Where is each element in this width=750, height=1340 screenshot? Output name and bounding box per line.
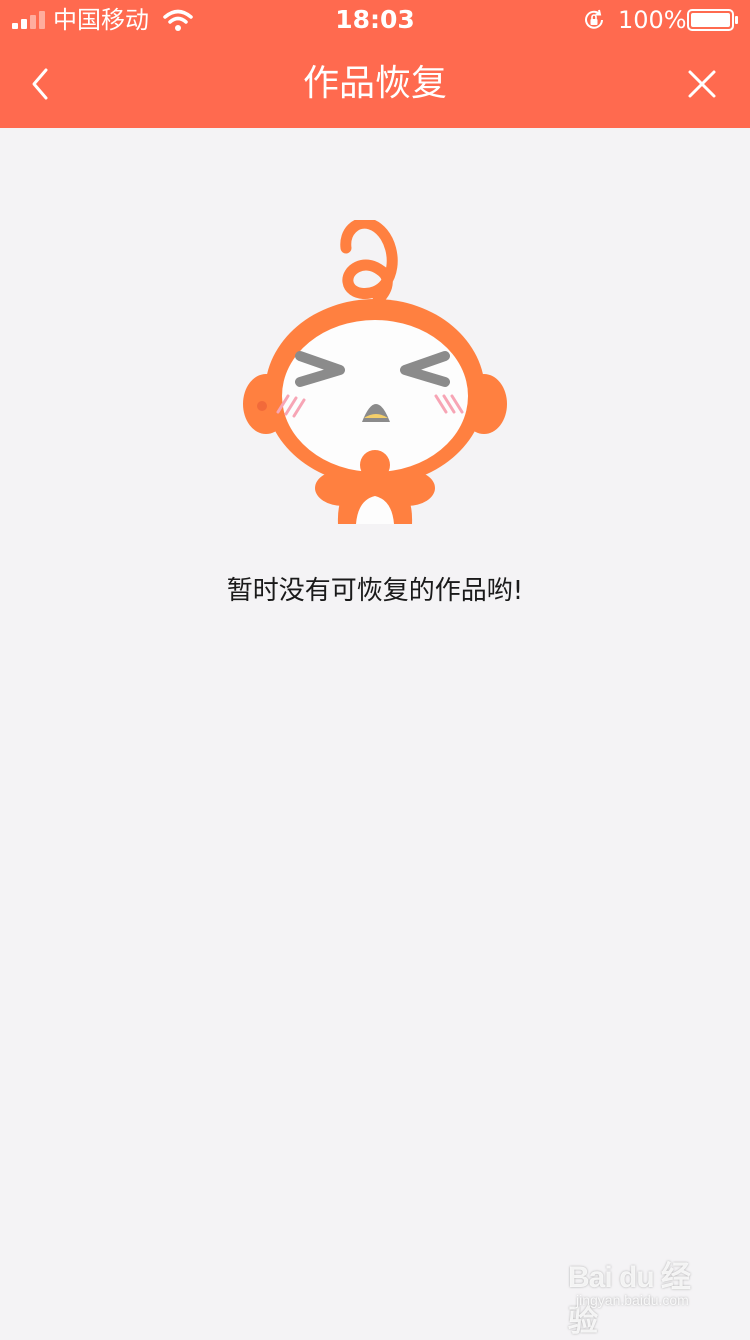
watermark-url: jingyan.baidu.com (576, 1292, 689, 1308)
baidu-jingyan-watermark: Bai du 经验 jingyan.baidu.com (568, 1252, 718, 1338)
mascot-illustration (243, 220, 507, 524)
battery-icon (687, 9, 738, 31)
empty-state-message: 暂时没有可恢复的作品哟! (226, 576, 524, 606)
battery-percentage: 100% (618, 6, 687, 34)
close-button[interactable] (680, 62, 724, 106)
status-bar: 中国移动 18:03 100% (0, 0, 750, 40)
page-title: 作品恢复 (302, 63, 447, 104)
header: 中国移动 18:03 100% 作品恢复 (0, 0, 750, 128)
rotation-lock-icon (585, 9, 603, 29)
close-icon (688, 70, 716, 98)
